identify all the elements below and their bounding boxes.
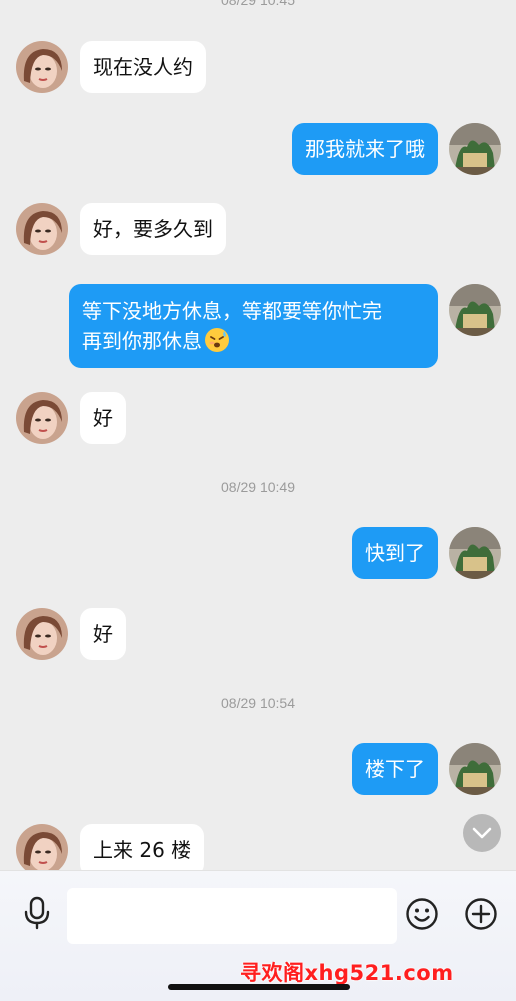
outgoing-message[interactable]: 那我就来了哦	[292, 123, 438, 175]
my-avatar[interactable]	[449, 743, 501, 795]
smiley-icon[interactable]	[405, 897, 439, 931]
incoming-message[interactable]: 好	[80, 608, 126, 660]
my-avatar[interactable]	[449, 527, 501, 579]
outgoing-message[interactable]: 快到了	[352, 527, 438, 579]
outgoing-message[interactable]: 楼下了	[352, 743, 438, 795]
message-line: 等下没地方休息，等都要等你忙完	[82, 299, 382, 323]
my-avatar[interactable]	[449, 284, 501, 336]
incoming-message[interactable]: 现在没人约	[80, 41, 206, 93]
microphone-icon[interactable]	[22, 896, 52, 930]
home-indicator	[168, 984, 350, 990]
outgoing-message[interactable]: 等下没地方休息，等都要等你忙完 再到你那休息	[69, 284, 438, 368]
watermark: 寻欢阁xhg521.com	[240, 961, 454, 985]
timestamp: 08/29 10:49	[221, 479, 295, 495]
message-input[interactable]	[67, 888, 397, 944]
contact-avatar[interactable]	[16, 392, 68, 444]
chevron-down-icon	[472, 827, 492, 839]
incoming-message[interactable]: 上来 26 楼	[80, 824, 205, 870]
contact-avatar[interactable]	[16, 203, 68, 255]
message-line: 再到你那休息	[82, 326, 425, 356]
timestamp: 08/29 10:54	[221, 695, 295, 711]
timestamp: 08/29 10:45	[221, 0, 295, 8]
incoming-message[interactable]: 好	[80, 392, 126, 444]
sweating-face-emoji	[205, 328, 229, 352]
contact-avatar[interactable]	[16, 608, 68, 660]
plus-circle-icon[interactable]	[464, 897, 498, 931]
contact-avatar[interactable]	[16, 824, 68, 870]
chat-message-list[interactable]: 08/29 10:45 现在没人约 那我就来了哦 好，要多久到 等下没地方休息，…	[0, 0, 516, 870]
incoming-message[interactable]: 好，要多久到	[80, 203, 226, 255]
contact-avatar[interactable]	[16, 41, 68, 93]
my-avatar[interactable]	[449, 123, 501, 175]
scroll-to-bottom-button[interactable]	[463, 814, 501, 852]
